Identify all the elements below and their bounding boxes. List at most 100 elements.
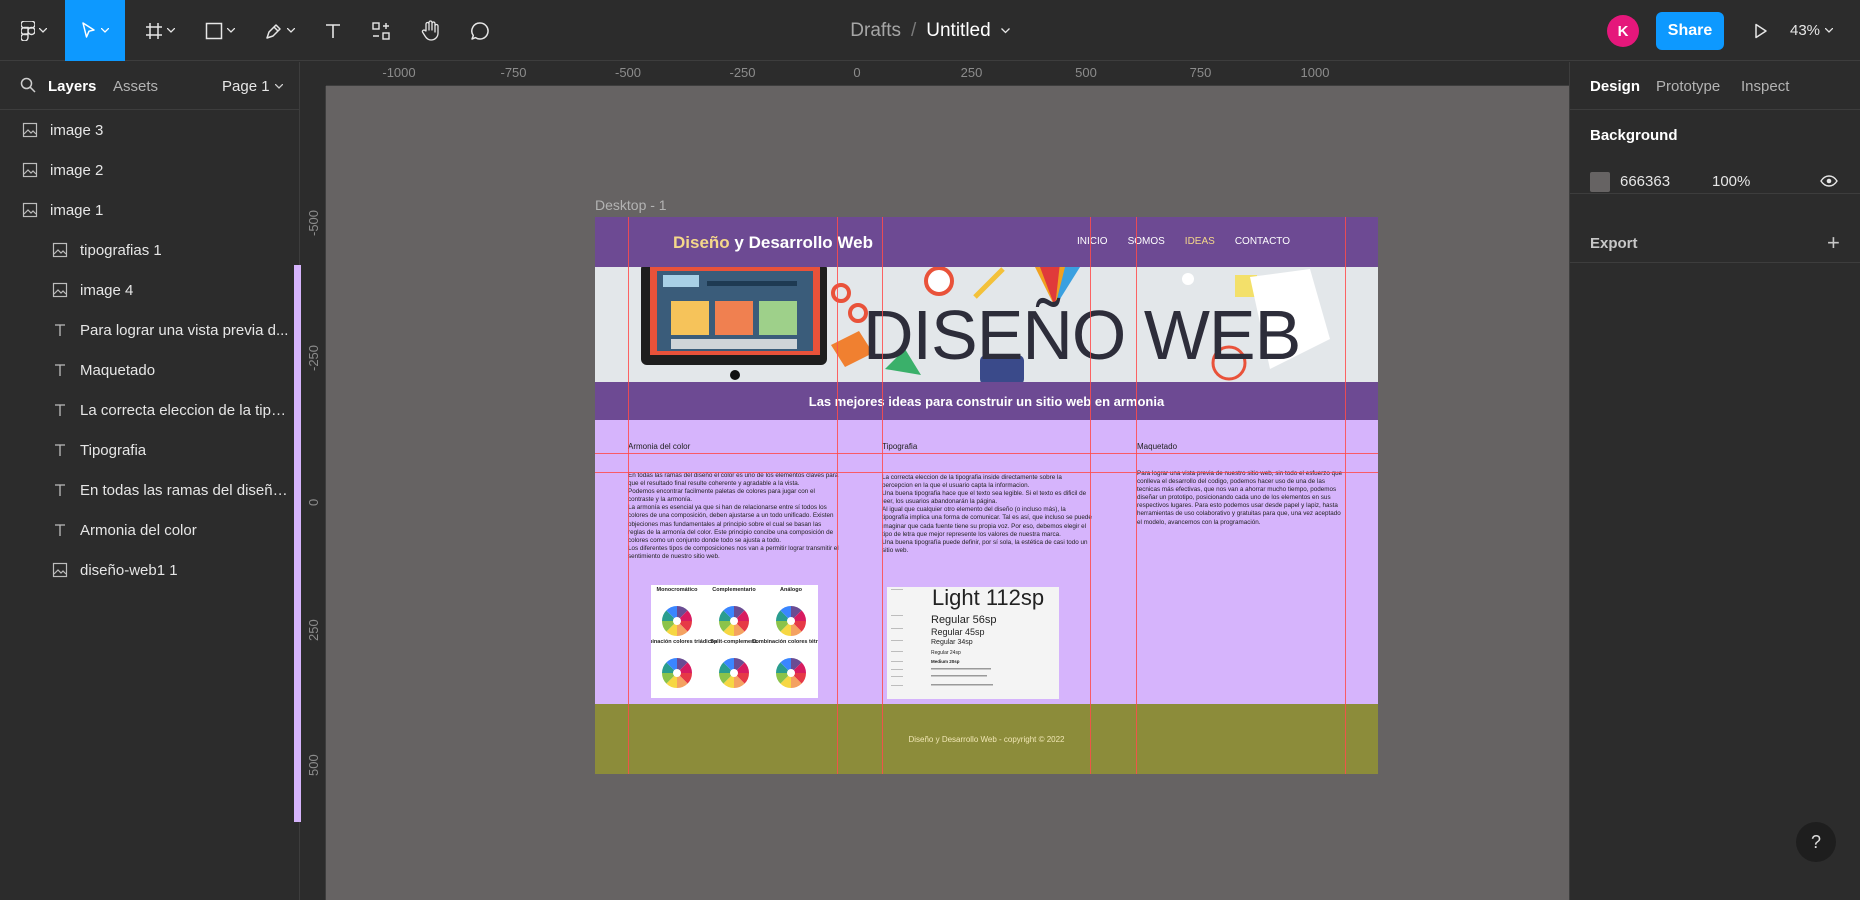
- tab-assets[interactable]: Assets: [113, 78, 158, 95]
- background-opacity-input[interactable]: 100%: [1712, 173, 1750, 190]
- figma-logo-icon: [21, 20, 35, 41]
- tab-design[interactable]: Design: [1590, 78, 1640, 95]
- properties-panel: Design Prototype Inspect Background 6663…: [1569, 62, 1860, 900]
- layout-guide: [1345, 217, 1346, 774]
- layers-panel: Layers Assets Page 1 image 3 image 2 image…: [0, 62, 1077, 900]
- frame-label[interactable]: Desktop - 1: [595, 197, 667, 213]
- nav-inicio: INICIO: [1077, 236, 1108, 247]
- comment-bubble-icon: [471, 21, 489, 40]
- color-wheel: [662, 606, 692, 636]
- resources-tool-button[interactable]: [364, 0, 398, 61]
- page-selector[interactable]: Page 1: [222, 78, 283, 95]
- cursor-arrow-icon: [82, 21, 95, 38]
- hero-title: DISEÑO WEB: [863, 296, 1301, 374]
- layer-name: Maquetado: [80, 361, 156, 379]
- text-icon: [52, 362, 68, 378]
- desktop-frame[interactable]: Diseño y Desarrollo Web INICIO SOMOS IDE…: [595, 217, 1378, 774]
- layer-name: image 4: [80, 281, 134, 299]
- eye-icon[interactable]: [1820, 175, 1838, 187]
- background-hex-input[interactable]: 666363: [1620, 173, 1670, 190]
- layout-guide: [882, 217, 883, 774]
- hero-image: DISEÑO WEB: [595, 267, 1378, 382]
- layer-name: diseño-web1 1: [80, 561, 178, 579]
- text-tool-button[interactable]: [316, 0, 350, 61]
- color-wheel-label: Monocromático: [657, 587, 699, 593]
- panel-divider: [1570, 262, 1860, 263]
- right-panel-tabs: Design Prototype Inspect: [1570, 62, 1860, 110]
- help-button[interactable]: ?: [1796, 822, 1836, 862]
- share-button[interactable]: Share: [1656, 12, 1724, 50]
- column-body-color: En todas las ramas del diseño el color e…: [628, 472, 840, 561]
- color-wheels-illustration: Monocromático Complementario Análogo Combin…: [637, 587, 830, 688]
- pen-tool-button[interactable]: [258, 0, 302, 61]
- image-icon: [52, 282, 68, 298]
- image-icon: [22, 202, 38, 218]
- layer-row[interactable]: image 2: [0, 150, 300, 190]
- nav-contacto: CONTACTO: [1234, 236, 1290, 247]
- site-header: Diseño y Desarrollo Web INICIO SOMOS IDE…: [595, 217, 1378, 267]
- background-heading: Background: [1590, 127, 1678, 144]
- image-icon: [52, 242, 68, 258]
- layer-row[interactable]: Tipografia: [0, 430, 300, 470]
- ruler-label: -1000: [382, 65, 416, 80]
- main-menu-button[interactable]: [14, 0, 54, 61]
- zoom-control[interactable]: 43%: [1790, 0, 1834, 61]
- text-icon: [52, 322, 68, 338]
- frame-tool-button[interactable]: [138, 0, 182, 61]
- column-paragraph: Al igual que cualquier otro elemento del…: [882, 506, 1092, 538]
- text-icon: [52, 522, 68, 538]
- site-logo-accent: Diseño: [673, 233, 730, 252]
- site-logo-rest: y Desarrollo Web: [734, 233, 873, 252]
- layer-row[interactable]: Maquetado: [0, 350, 300, 390]
- ruler-label: -250: [729, 65, 756, 80]
- comment-tool-button[interactable]: [462, 0, 498, 61]
- layer-row[interactable]: image 3: [0, 110, 300, 150]
- layer-name: La correcta eleccion de la tipo...: [80, 401, 290, 419]
- tab-layers[interactable]: Layers: [48, 78, 96, 95]
- nav-somos: SOMOS: [1127, 236, 1165, 247]
- text-icon: [52, 442, 68, 458]
- chevron-down-icon: [101, 28, 109, 33]
- layer-row[interactable]: En todas las ramas del diseño...: [0, 470, 300, 510]
- export-heading: Export: [1590, 235, 1638, 252]
- tab-inspect[interactable]: Inspect: [1741, 78, 1789, 95]
- background-color-swatch[interactable]: [1590, 172, 1610, 192]
- layer-row[interactable]: image 1: [0, 190, 300, 230]
- chevron-down-icon[interactable]: [1000, 27, 1010, 34]
- tab-prototype[interactable]: Prototype: [1656, 78, 1720, 95]
- layout-guide: [628, 217, 629, 774]
- add-export-icon[interactable]: +: [1827, 230, 1840, 256]
- column-title-color: Armonia del color: [628, 442, 691, 451]
- breadcrumb-drafts[interactable]: Drafts: [850, 20, 901, 42]
- column-paragraph: La armonía es esencial ya que si han de …: [628, 504, 834, 544]
- play-icon: [1755, 23, 1767, 39]
- ruler-label: 0: [853, 65, 861, 80]
- layer-name: tipografias 1: [80, 241, 162, 259]
- color-wheels-image: Monocromático Complementario Análogo Combin…: [637, 585, 830, 698]
- left-panel-tabs: Layers Assets Page 1: [0, 62, 299, 110]
- hand-tool-button[interactable]: [412, 0, 448, 61]
- color-wheel-label: Análogo: [780, 587, 803, 593]
- layer-row[interactable]: La correcta eleccion de la tipo...: [0, 390, 300, 430]
- user-avatar[interactable]: K: [1607, 15, 1639, 47]
- ruler-label: -250: [306, 344, 321, 371]
- chevron-down-icon: [39, 28, 47, 33]
- ruler-label: 250: [960, 65, 983, 80]
- layer-name: image 2: [50, 161, 104, 179]
- file-name[interactable]: Untitled: [926, 20, 990, 42]
- layout-guide: [1090, 217, 1091, 774]
- present-button[interactable]: [1746, 18, 1776, 44]
- layer-row[interactable]: Armonia del color: [0, 510, 300, 550]
- layer-row[interactable]: image 4: [0, 270, 300, 310]
- layer-row[interactable]: Para lograr una vista previa d...: [0, 310, 300, 350]
- move-tool-button[interactable]: [65, 0, 125, 61]
- layout-guide: [595, 453, 1378, 454]
- canvas[interactable]: -1000 -750 -500 -250 0 250 500 750 1000 -500 -250…: [301, 62, 1569, 900]
- layer-row[interactable]: diseño-web1 1: [0, 550, 300, 590]
- search-icon[interactable]: [20, 77, 36, 93]
- layout-guide: [1136, 217, 1137, 774]
- typography-scale-image: Light 112sp Regular 56sp Regular 45sp Re…: [887, 585, 1059, 699]
- layer-name: image 3: [50, 121, 104, 139]
- shape-tool-button[interactable]: [198, 0, 242, 61]
- layer-row[interactable]: tipografias 1: [0, 230, 300, 270]
